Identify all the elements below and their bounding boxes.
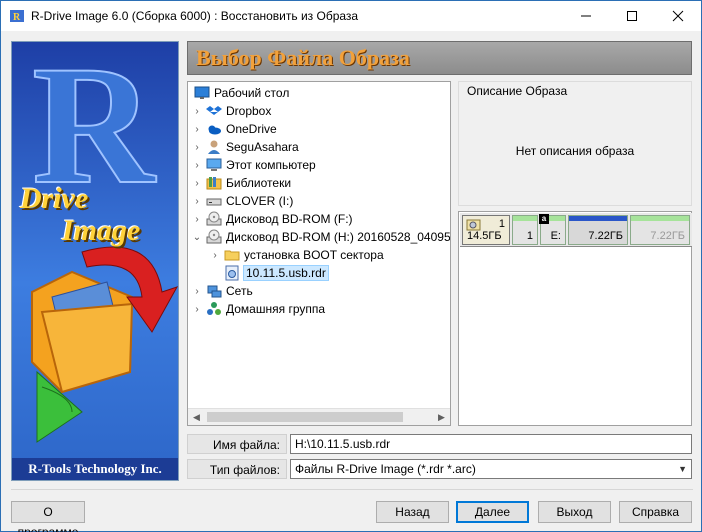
close-icon [672, 10, 684, 22]
disc-drive-icon [206, 211, 222, 227]
product-banner: R Drive Image R-Tools Technology Inc. [11, 41, 179, 481]
tree-item-label: Дисковод BD-ROM (H:) 20160528_040951 [226, 230, 451, 244]
back-button[interactable]: Назад [376, 501, 449, 523]
drive-icon [206, 193, 222, 209]
chevron-down-icon[interactable]: ▼ [678, 460, 687, 478]
exit-button[interactable]: Выход [538, 501, 611, 523]
computer-icon [206, 157, 222, 173]
tree-item-homegroup[interactable]: › Домашняя группа [192, 300, 325, 318]
scroll-left-icon[interactable]: ◀ [188, 409, 205, 425]
desktop-icon [194, 85, 210, 101]
chevron-right-icon[interactable]: › [192, 156, 202, 174]
chevron-right-icon[interactable]: › [210, 246, 220, 264]
chevron-right-icon[interactable]: › [192, 282, 202, 300]
tree-item-user[interactable]: › SeguAsahara [192, 138, 299, 156]
close-button[interactable] [655, 1, 701, 31]
description-label: Описание Образа [467, 84, 568, 98]
scrollbar-thumb[interactable] [207, 412, 403, 422]
tree-item-bd-rom-f[interactable]: › Дисковод BD-ROM (F:) [192, 210, 353, 228]
restore-image-window: R R-Drive Image 6.0 (Сборка 6000) : Восс… [0, 0, 702, 532]
page-header: Выбор Файла Образа [187, 41, 692, 75]
onedrive-icon [206, 121, 222, 137]
logo-word-drive: Drive [20, 182, 89, 215]
tree-item-label: Сеть [226, 284, 253, 298]
about-button[interactable]: О программе [11, 501, 85, 532]
scroll-right-icon[interactable]: ▶ [433, 409, 450, 425]
filetype-select[interactable]: Файлы R-Drive Image (*.rdr *.arc) ▼ [290, 459, 692, 479]
disk-size: 14.5ГБ [467, 230, 502, 242]
tree-item-label: 10.11.5.usb.rdr [243, 265, 329, 281]
chevron-right-icon[interactable]: › [192, 210, 202, 228]
horizontal-scrollbar[interactable]: ◀ ▶ [188, 408, 450, 425]
description-text: Нет описания образа [515, 144, 635, 158]
chevron-right-icon[interactable]: › [192, 300, 202, 318]
folder-tree[interactable]: Рабочий стол › Dropbox › OneDrive › Segu… [187, 81, 451, 426]
minimize-button[interactable] [563, 1, 609, 31]
tree-item-libraries[interactable]: › Библиотеки [192, 174, 291, 192]
help-button[interactable]: Справка [619, 501, 692, 523]
tree-item-label: Дисковод BD-ROM (F:) [226, 212, 353, 226]
filename-label: Имя файла: [187, 434, 287, 454]
minimize-icon [581, 15, 591, 17]
disk-entry[interactable]: 1 14.5ГБ [462, 215, 510, 245]
tree-item-label: установка BOOT сектора [244, 248, 384, 262]
partition-system[interactable]: 7.22ГБ [568, 215, 628, 245]
tree-item-desktop[interactable]: Рабочий стол [190, 84, 289, 102]
tree-item-label: OneDrive [226, 122, 277, 136]
app-icon: R [10, 10, 24, 23]
tree-item-boot-folder[interactable]: › установка BOOT сектора [210, 246, 384, 264]
tree-item-clover[interactable]: › CLOVER (I:) [192, 192, 293, 210]
tree-item-label: Этот компьютер [226, 158, 316, 172]
tree-item-label: CLOVER (I:) [226, 194, 294, 208]
libraries-icon [206, 175, 222, 191]
chevron-right-icon[interactable]: › [192, 174, 202, 192]
company-name: R-Tools Technology Inc. [12, 458, 178, 480]
svg-text:R: R [13, 12, 21, 23]
filename-input[interactable]: H:\10.11.5.usb.rdr [290, 434, 692, 454]
partition-data[interactable]: 7.22ГБ [630, 215, 690, 245]
user-icon [206, 139, 222, 155]
partition-map[interactable]: 1 14.5ГБ 1 a E: 7.22ГБ 7.22ГБ [458, 211, 692, 426]
partition-1[interactable]: 1 [512, 215, 538, 245]
logo-word-image: Image [62, 214, 141, 247]
next-button[interactable]: Далее [456, 501, 529, 523]
tree-item-label: SeguAsahara [226, 140, 299, 154]
filetype-value: Файлы R-Drive Image (*.rdr *.arc) [295, 462, 476, 476]
system-badge-icon: a [539, 214, 549, 224]
folder-icon [31, 270, 134, 394]
filetype-label: Тип файлов: [187, 459, 287, 479]
tree-item-image-file[interactable]: 10.11.5.usb.rdr [220, 264, 329, 282]
page-title: Выбор Файла Образа [196, 45, 410, 70]
r-drive-logo: R [31, 42, 178, 443]
chevron-down-icon[interactable]: ⌄ [192, 228, 202, 246]
folder-icon [224, 247, 240, 263]
homegroup-icon [206, 301, 222, 317]
image-description-panel: Описание Образа Нет описания образа [458, 81, 692, 206]
dropbox-icon [206, 103, 222, 119]
chevron-right-icon[interactable]: › [192, 192, 202, 210]
tree-item-bd-rom-h[interactable]: ⌄ Дисковод BD-ROM (H:) 20160528_040951 [192, 228, 451, 246]
disk-number: 1 [498, 218, 505, 230]
tree-item-this-pc[interactable]: › Этот компьютер [192, 156, 316, 174]
chevron-right-icon[interactable]: › [192, 102, 202, 120]
maximize-icon [627, 11, 637, 21]
tree-item-label: Dropbox [226, 104, 272, 118]
network-icon [206, 283, 222, 299]
window-title: R-Drive Image 6.0 (Сборка 6000) : Восста… [31, 9, 359, 23]
disc-drive-icon [206, 229, 222, 245]
bottom-separator [11, 489, 693, 490]
tree-item-label: Рабочий стол [214, 86, 290, 100]
tree-item-network[interactable]: › Сеть [192, 282, 253, 300]
tree-item-label: Домашняя группа [226, 302, 326, 316]
tree-item-dropbox[interactable]: › Dropbox [192, 102, 271, 120]
chevron-right-icon[interactable]: › [192, 120, 202, 138]
tree-item-onedrive[interactable]: › OneDrive [192, 120, 277, 138]
tree-item-label: Библиотеки [226, 176, 292, 190]
maximize-button[interactable] [609, 1, 655, 31]
chevron-right-icon[interactable]: › [192, 138, 202, 156]
partition-e[interactable]: a E: [539, 214, 566, 245]
title-bar[interactable]: R R-Drive Image 6.0 (Сборка 6000) : Восс… [1, 1, 701, 31]
disk-strip: 1 14.5ГБ 1 a E: 7.22ГБ 7.22ГБ [460, 213, 692, 247]
image-file-icon [224, 265, 240, 281]
